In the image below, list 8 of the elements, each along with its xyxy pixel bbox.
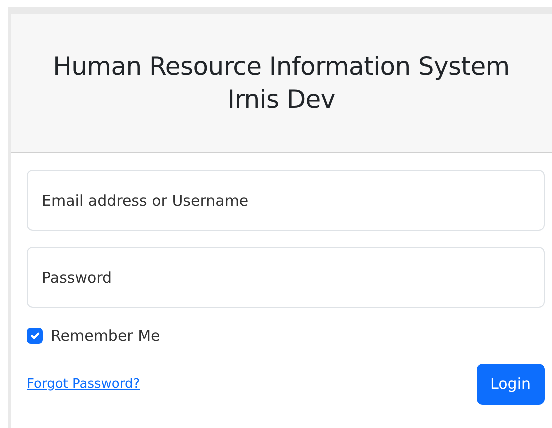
remember-label[interactable]: Remember Me	[51, 324, 160, 348]
input-field[interactable]: Password	[27, 247, 545, 308]
login-button[interactable]: Login	[476, 364, 545, 404]
forgot-password-link[interactable]: Forgot Password?	[27, 374, 140, 394]
remember-checkbox[interactable]	[27, 328, 43, 344]
page-title: Irnis Dev	[226, 84, 336, 116]
page-title: Human Resource Information System	[52, 51, 511, 83]
input-field[interactable]: Email address or Username	[27, 170, 545, 231]
